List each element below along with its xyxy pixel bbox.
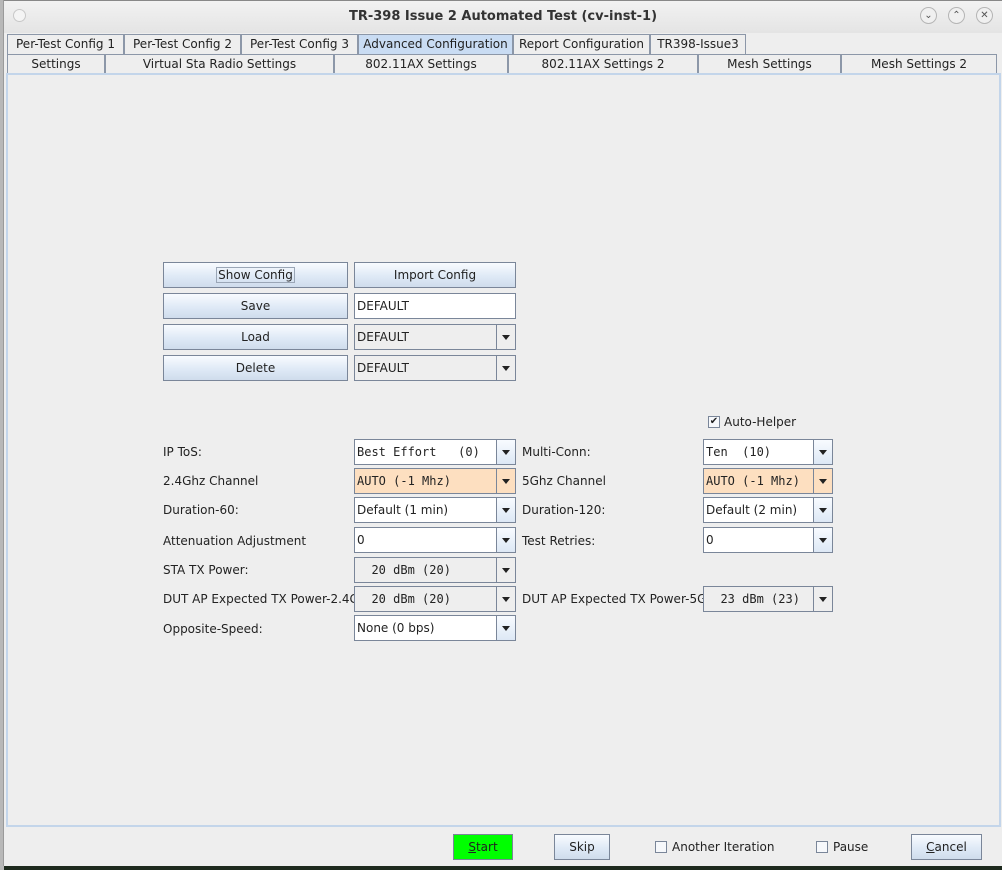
import-config-button[interactable]: Import Config xyxy=(354,262,516,288)
tr398-test-window: TR-398 Issue 2 Automated Test (cv-inst-1… xyxy=(3,0,1002,866)
duration-60-value: Default (1 min) xyxy=(357,503,449,517)
duration-60-select[interactable]: Default (1 min) xyxy=(354,497,516,523)
chevron-down-icon[interactable] xyxy=(496,325,515,349)
load-config-select[interactable]: DEFAULT xyxy=(354,324,516,350)
another-iteration-label: Another Iteration xyxy=(672,840,775,854)
tab-virtual-sta-radio-settings[interactable]: Virtual Sta Radio Settings xyxy=(105,54,334,74)
bottom-action-bar: Start Skip Another Iteration Pause Cance… xyxy=(4,829,1002,866)
show-config-button[interactable]: Show Config xyxy=(163,262,348,288)
chevron-down-icon[interactable] xyxy=(496,558,515,582)
cancel-mnemonic: C xyxy=(926,840,935,854)
cancel-label: ancel xyxy=(934,840,967,854)
channel-5ghz-value: AUTO (-1 Mhz) xyxy=(706,474,800,488)
minimize-icon[interactable]: ⌄ xyxy=(920,7,937,24)
auto-helper-label: Auto-Helper xyxy=(724,415,797,429)
cancel-button[interactable]: Cancel xyxy=(911,834,982,860)
duration-120-select[interactable]: Default (2 min) xyxy=(703,497,833,523)
window-title: TR-398 Issue 2 Automated Test (cv-inst-1… xyxy=(348,9,658,24)
ip-tos-value: Best Effort (0) xyxy=(357,445,480,459)
ip-tos-select[interactable]: Best Effort (0) xyxy=(354,439,516,465)
delete-config-select[interactable]: DEFAULT xyxy=(354,355,516,381)
chevron-down-icon[interactable] xyxy=(813,498,832,522)
chevron-down-icon[interactable] xyxy=(496,440,515,464)
chevron-down-icon[interactable] xyxy=(813,587,832,611)
tab-mesh-settings[interactable]: Mesh Settings xyxy=(698,54,841,74)
duration-120-value: Default (2 min) xyxy=(706,503,798,517)
tab-per-test-config-2[interactable]: Per-Test Config 2 xyxy=(124,34,241,54)
delete-button[interactable]: Delete xyxy=(163,355,348,381)
load-config-value: DEFAULT xyxy=(357,330,409,344)
save-config-name-input[interactable]: DEFAULT xyxy=(354,293,516,319)
channel-24ghz-select[interactable]: AUTO (-1 Mhz) xyxy=(354,468,516,494)
chevron-down-icon[interactable] xyxy=(496,356,515,380)
start-mnemonic: S xyxy=(468,840,476,854)
tab-80211ax-settings[interactable]: 802.11AX Settings xyxy=(334,54,508,74)
tab-tr398-issue3[interactable]: TR398-Issue3 xyxy=(650,34,746,54)
start-label: tart xyxy=(475,840,498,854)
multi-conn-label: Multi-Conn: xyxy=(522,445,591,459)
title-bar[interactable]: TR-398 Issue 2 Automated Test (cv-inst-1… xyxy=(4,0,1002,33)
opposite-speed-select[interactable]: None (0 bps) xyxy=(354,615,516,641)
start-button[interactable]: Start xyxy=(453,834,513,860)
dut-tx-power-24g-label: DUT AP Expected TX Power-2.4G: xyxy=(163,592,363,606)
attenuation-adjustment-value: 0 xyxy=(357,533,365,547)
duration-120-label: Duration-120: xyxy=(522,503,606,517)
dut-tx-power-5g-select[interactable]: 23 dBm (23) xyxy=(703,586,833,612)
save-button[interactable]: Save xyxy=(163,293,348,319)
ip-tos-label: IP ToS: xyxy=(163,445,202,459)
show-config-label: Show Config xyxy=(216,267,295,283)
tab-mesh-settings-2[interactable]: Mesh Settings 2 xyxy=(841,54,997,74)
auto-helper-checkbox[interactable]: ✔ xyxy=(708,416,720,428)
channel-24ghz-label: 2.4Ghz Channel xyxy=(163,474,259,488)
sta-tx-power-value: 20 dBm (20) xyxy=(357,563,451,577)
attenuation-adjustment-label: Attenuation Adjustment xyxy=(163,534,307,548)
opposite-speed-label: Opposite-Speed: xyxy=(163,622,263,636)
sta-tx-power-label: STA TX Power: xyxy=(163,563,249,577)
chevron-down-icon[interactable] xyxy=(496,616,515,640)
test-retries-select[interactable]: 0 xyxy=(703,527,833,553)
duration-60-label: Duration-60: xyxy=(163,503,239,517)
tab-80211ax-settings-2[interactable]: 802.11AX Settings 2 xyxy=(508,54,698,74)
attenuation-adjustment-select[interactable]: 0 xyxy=(354,527,516,553)
channel-5ghz-select[interactable]: AUTO (-1 Mhz) xyxy=(703,468,833,494)
tab-row-primary: Per-Test Config 1 Per-Test Config 2 Per-… xyxy=(4,34,1002,54)
pause-checkbox[interactable] xyxy=(816,841,828,853)
tab-settings[interactable]: Settings xyxy=(7,54,105,74)
tab-per-test-config-3[interactable]: Per-Test Config 3 xyxy=(241,34,358,54)
pause-label: Pause xyxy=(833,840,869,854)
delete-config-value: DEFAULT xyxy=(357,361,409,375)
dut-tx-power-24g-value: 20 dBm (20) xyxy=(357,592,451,606)
chevron-down-icon[interactable] xyxy=(496,469,515,493)
channel-24ghz-value: AUTO (-1 Mhz) xyxy=(357,474,451,488)
dut-tx-power-5g-value: 23 dBm (23) xyxy=(706,592,800,606)
test-retries-label: Test Retries: xyxy=(522,534,596,548)
channel-5ghz-label: 5Ghz Channel xyxy=(522,474,606,488)
multi-conn-value: Ten (10) xyxy=(706,445,772,459)
skip-button[interactable]: Skip xyxy=(554,834,610,860)
advanced-configuration-panel: Show Config Import Config Save DEFAULT L… xyxy=(6,73,1001,827)
chevron-down-icon[interactable] xyxy=(496,528,515,552)
close-icon[interactable]: ✕ xyxy=(976,7,993,24)
tab-row-secondary: Settings Virtual Sta Radio Settings 802.… xyxy=(4,54,1002,74)
tab-report-configuration[interactable]: Report Configuration xyxy=(513,34,650,54)
test-retries-value: 0 xyxy=(706,533,714,547)
dut-tx-power-5g-label: DUT AP Expected TX Power-5G: xyxy=(522,592,711,606)
tab-advanced-configuration[interactable]: Advanced Configuration xyxy=(358,34,513,54)
chevron-down-icon[interactable] xyxy=(496,498,515,522)
chevron-down-icon[interactable] xyxy=(813,469,832,493)
tab-per-test-config-1[interactable]: Per-Test Config 1 xyxy=(7,34,124,54)
another-iteration-checkbox[interactable] xyxy=(655,841,667,853)
dut-tx-power-24g-select[interactable]: 20 dBm (20) xyxy=(354,586,516,612)
chevron-down-icon[interactable] xyxy=(813,528,832,552)
chevron-down-icon[interactable] xyxy=(496,587,515,611)
chevron-down-icon[interactable] xyxy=(813,440,832,464)
sta-tx-power-select[interactable]: 20 dBm (20) xyxy=(354,557,516,583)
load-button[interactable]: Load xyxy=(163,324,348,350)
opposite-speed-value: None (0 bps) xyxy=(357,621,435,635)
maximize-icon[interactable]: ⌃ xyxy=(948,7,965,24)
multi-conn-select[interactable]: Ten (10) xyxy=(703,439,833,465)
